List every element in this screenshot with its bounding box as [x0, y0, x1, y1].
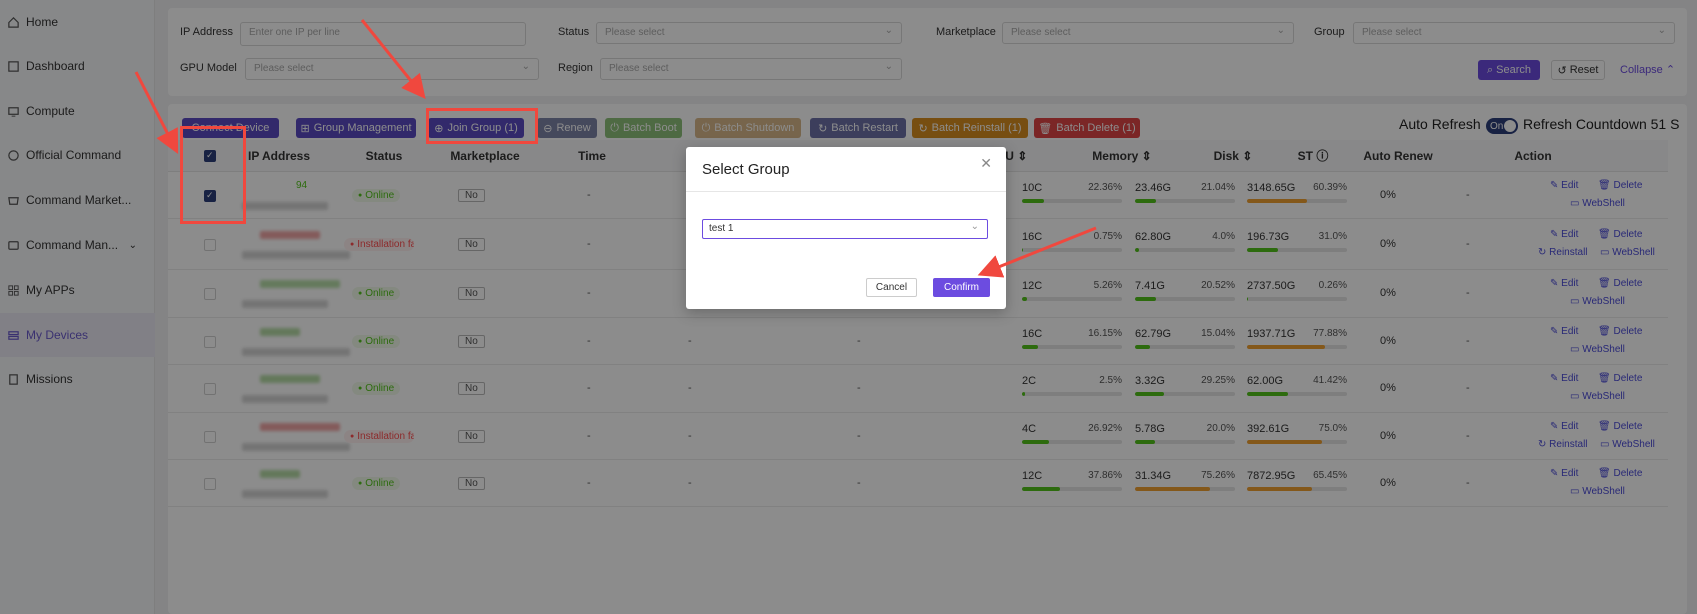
annotation-arrow	[134, 71, 179, 155]
annotation-arrow	[977, 226, 1097, 278]
annotation-arrow	[360, 19, 426, 100]
annotation-arrows	[134, 19, 1097, 278]
